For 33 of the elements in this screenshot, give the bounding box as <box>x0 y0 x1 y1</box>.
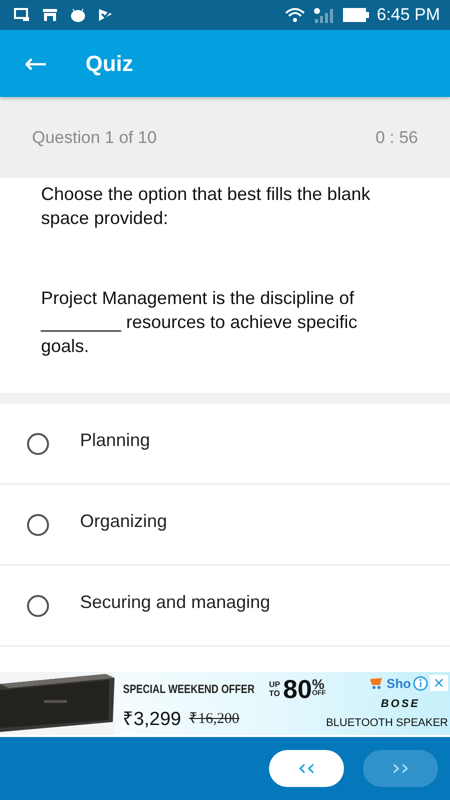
question-instruction: Choose the option that best fills the blank space provided: <box>41 183 372 230</box>
cart-icon <box>370 677 384 689</box>
option-label: Securing and managing <box>80 592 270 613</box>
brand-name: BOSE <box>380 698 420 710</box>
store-name: Sho <box>386 676 411 690</box>
signal-icon <box>312 7 335 23</box>
clock: 6:45 PM <box>376 5 440 25</box>
product-name: BLUETOOTH SPEAKER <box>326 717 448 729</box>
discount-value: 80 <box>283 676 312 700</box>
option-label: Planning <box>80 430 150 451</box>
question-text: Project Management is the discipline of ________ resources to achieve specific goals. <box>41 287 358 358</box>
timer: 0 : 56 <box>375 128 418 148</box>
radio-button[interactable] <box>27 594 49 616</box>
answer-option[interactable]: Organizing <box>0 485 450 566</box>
radio-button[interactable] <box>27 432 49 454</box>
ad-headline: SPECIAL WEEKEND OFFER <box>122 682 254 696</box>
up-to-label: UP TO <box>269 680 281 698</box>
wifi-icon <box>284 7 305 23</box>
question-counter: Question 1 of 10 <box>32 128 157 148</box>
check-icon <box>98 8 114 22</box>
android-icon <box>70 8 86 22</box>
answer-option[interactable]: Planning <box>0 404 450 485</box>
screen-icon <box>14 8 30 22</box>
option-label: Organizing <box>80 511 168 532</box>
screen-title: Quiz <box>85 50 134 76</box>
original-price: ₹16,200 <box>189 710 240 728</box>
battery-icon <box>342 8 369 22</box>
store-icon <box>42 8 58 22</box>
percent-sign: % <box>312 678 324 688</box>
info-icon[interactable] <box>413 676 428 690</box>
answer-option[interactable]: Securing and managing <box>0 566 450 647</box>
radio-button[interactable] <box>27 514 49 536</box>
sale-price: ₹3,299 <box>122 708 182 730</box>
